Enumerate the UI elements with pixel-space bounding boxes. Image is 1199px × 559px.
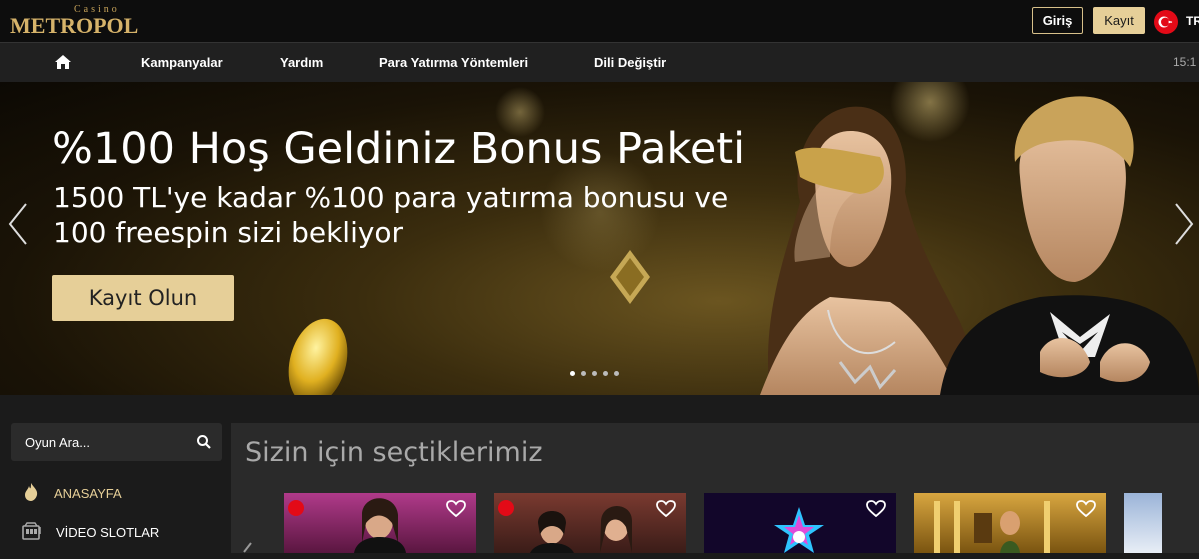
sidebar-item-label: ANASAYFA: [54, 485, 122, 501]
nav-item-para-yatirma[interactable]: Para Yatırma Yöntemleri: [379, 55, 528, 70]
hero-title: %100 Hoş Geldiniz Bonus Paketi: [52, 124, 746, 174]
hero-subtitle: 1500 TL'ye kadar %100 para yatırma bonus…: [53, 181, 729, 249]
slide-dot[interactable]: [603, 371, 608, 376]
sidebar-item-video-slotlar[interactable]: VİDEO SLOTLAR: [22, 521, 160, 543]
game-card[interactable]: [704, 493, 896, 553]
chevron-left-icon[interactable]: [241, 541, 253, 559]
game-card[interactable]: [494, 493, 686, 553]
slide-dot[interactable]: [570, 371, 575, 376]
sidebar: Oyun Ara... ANASAYFA VİDEO SLOTLAR: [0, 395, 230, 553]
slide-dot[interactable]: [592, 371, 597, 376]
sidebar-item-label: VİDEO SLOTLAR: [56, 524, 160, 540]
game-carousel: [284, 493, 1162, 553]
nav-item-kampanyalar[interactable]: Kampanyalar: [141, 55, 223, 70]
slide-dot[interactable]: [614, 371, 619, 376]
game-card[interactable]: [284, 493, 476, 553]
nav-item-yardim[interactable]: Yardım: [280, 55, 323, 70]
main-content: Sizin için seçtiklerimiz: [231, 423, 1199, 553]
slide-indicator: [570, 371, 619, 376]
search-icon[interactable]: [196, 434, 212, 450]
chevron-left-icon[interactable]: [6, 202, 30, 246]
search-input[interactable]: Oyun Ara...: [25, 435, 90, 450]
heart-icon[interactable]: [656, 500, 676, 518]
clock-time: 15:1: [1173, 55, 1197, 69]
turkey-flag-icon: [288, 500, 304, 516]
logo[interactable]: Casino METROPOL: [10, 4, 138, 38]
flame-icon: [22, 482, 40, 505]
sidebar-item-anasayfa[interactable]: ANASAYFA: [22, 482, 122, 505]
logo-main-text: METROPOL: [10, 13, 139, 38]
heart-icon[interactable]: [1076, 500, 1096, 518]
heart-icon[interactable]: [866, 500, 886, 518]
game-card[interactable]: [1124, 493, 1162, 553]
top-bar: Casino METROPOL Giriş Kayıt TR: [0, 0, 1199, 42]
turkey-flag-icon[interactable]: [1154, 10, 1178, 34]
home-icon[interactable]: [54, 54, 72, 70]
slide-dot[interactable]: [581, 371, 586, 376]
hero-banner[interactable]: %100 Hoş Geldiniz Bonus Paketi 1500 TL'y…: [0, 82, 1199, 395]
slot-machine-icon: [22, 521, 42, 543]
language-code[interactable]: TR: [1186, 14, 1199, 28]
heart-icon[interactable]: [446, 500, 466, 518]
nav-item-dil-degistir[interactable]: Dili Değiştir: [594, 55, 666, 70]
section-title: Sizin için seçtiklerimiz: [245, 437, 543, 468]
search-box[interactable]: Oyun Ara...: [11, 423, 222, 461]
main-nav: Kampanyalar Yardım Para Yatırma Yöntemle…: [0, 42, 1199, 82]
turkey-flag-icon: [498, 500, 514, 516]
chevron-right-icon[interactable]: [1172, 202, 1196, 246]
hero-register-button[interactable]: Kayıt Olun: [52, 275, 234, 321]
login-button[interactable]: Giriş: [1032, 7, 1083, 34]
register-button[interactable]: Kayıt: [1093, 7, 1145, 34]
game-card[interactable]: [914, 493, 1106, 553]
